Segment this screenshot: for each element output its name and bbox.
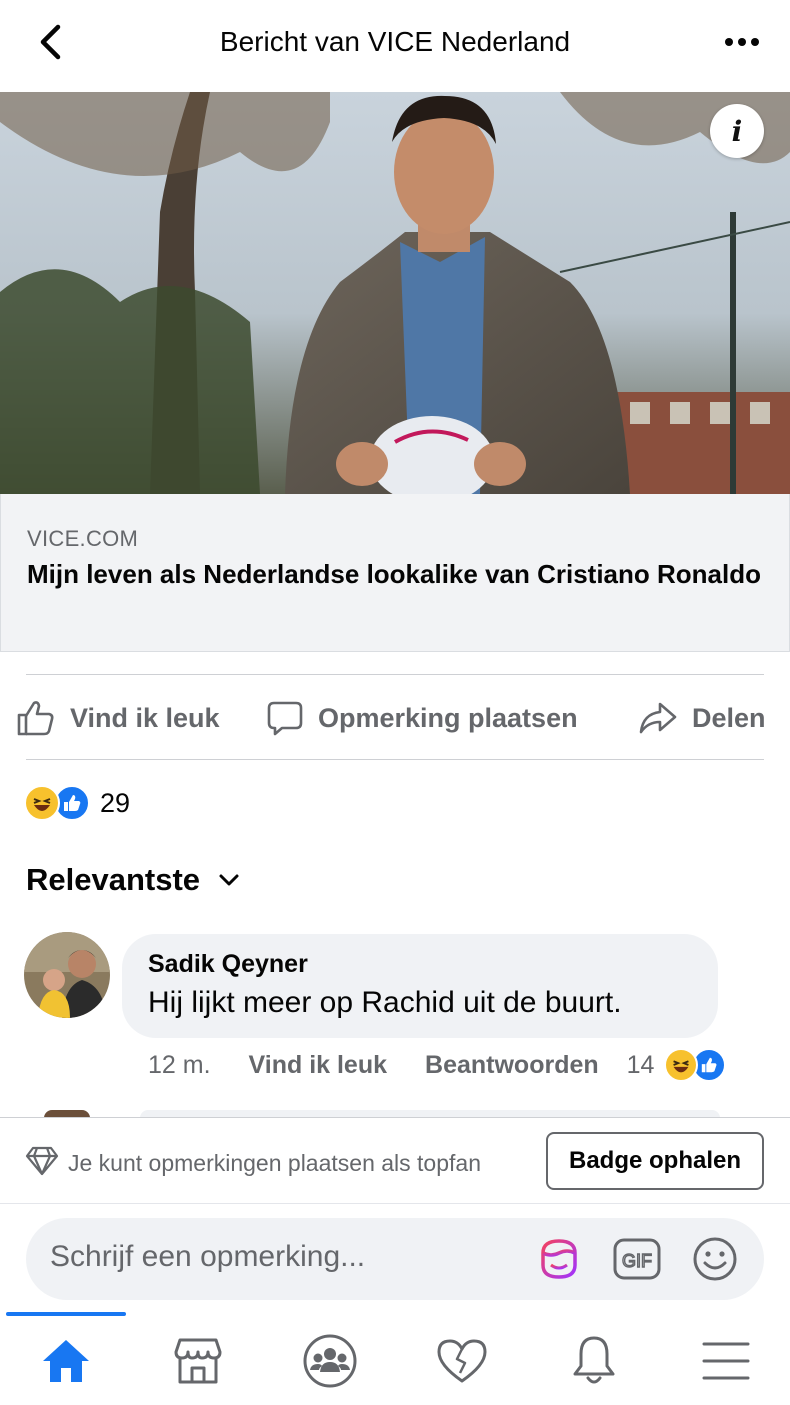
comment-reply-button[interactable]: Beantwoorden: [425, 1051, 599, 1080]
topfan-banner: Je kunt opmerkingen plaatsen als topfan …: [0, 1117, 790, 1203]
comment-icon: [267, 701, 303, 736]
topfan-text: Je kunt opmerkingen plaatsen als topfan: [68, 1150, 481, 1176]
thumbs-up-icon: [17, 701, 54, 736]
info-icon[interactable]: i: [710, 104, 764, 158]
avatar-sticker-icon[interactable]: [534, 1234, 584, 1284]
diamond-icon: [25, 1146, 59, 1176]
comment-reaction-count[interactable]: 14: [627, 1051, 655, 1080]
like-label: Vind ik leuk: [70, 702, 220, 733]
link-preview[interactable]: VICE.COM Mijn leven als Nederlandse look…: [0, 494, 790, 652]
comment-button[interactable]: Opmerking plaatsen: [266, 676, 578, 760]
groups-icon[interactable]: [298, 1329, 362, 1393]
like-button[interactable]: Vind ik leuk: [16, 676, 220, 760]
page-title: Bericht van VICE Nederland: [219, 26, 571, 57]
action-bar: Vind ik leuk Opmerking plaatsen Delen: [0, 676, 790, 760]
chevron-down-icon: [219, 874, 239, 886]
link-title: Mijn leven als Nederlandse lookalike van…: [27, 559, 761, 589]
comment-text: Hij lijkt meer op Rachid uit de buurt.: [148, 986, 622, 1019]
svg-text:GIF: GIF: [622, 1251, 652, 1271]
haha-reaction-icon: [24, 785, 60, 821]
marketplace-icon[interactable]: [166, 1329, 230, 1393]
dating-icon[interactable]: [430, 1329, 494, 1393]
comment-sort-dropdown[interactable]: Relevantste: [26, 862, 240, 898]
comment-bubble[interactable]: Sadik Qeyner Hij lijkt meer op Rachid ui…: [122, 934, 718, 1038]
home-icon[interactable]: [34, 1329, 98, 1393]
notifications-icon[interactable]: [562, 1329, 626, 1393]
divider: [26, 674, 764, 675]
reaction-summary[interactable]: 29: [24, 784, 130, 822]
gif-icon[interactable]: GIF: [612, 1234, 662, 1284]
active-tab-indicator: [6, 1312, 126, 1316]
comment-like-button[interactable]: Vind ik leuk: [249, 1051, 387, 1080]
article-image[interactable]: i: [0, 92, 790, 494]
share-arrow-icon: [639, 702, 677, 734]
photo-illustration: [0, 92, 790, 494]
comment-composer-area: GIF: [0, 1203, 790, 1311]
comment-author[interactable]: Sadik Qeyner: [148, 950, 308, 979]
comment-input[interactable]: [50, 1240, 510, 1274]
bottom-navigation: [0, 1311, 790, 1405]
comment-reactions[interactable]: [664, 1048, 727, 1082]
sort-label: Relevantste: [26, 862, 201, 897]
badge-button[interactable]: Badge ophalen: [546, 1132, 764, 1190]
haha-reaction-icon: [664, 1048, 699, 1082]
share-label: Delen: [692, 702, 766, 733]
comment-time: 12 m.: [148, 1050, 211, 1079]
comment-meta: 12 m. Vind ik leuk Beantwoorden 14: [148, 1046, 727, 1084]
divider: [26, 759, 764, 760]
reaction-count: 29: [100, 787, 131, 818]
more-dots-icon[interactable]: [720, 28, 764, 56]
avatar[interactable]: [24, 932, 110, 1018]
comment-label: Opmerking plaatsen: [318, 702, 578, 733]
menu-icon[interactable]: [694, 1329, 758, 1393]
emoji-icon[interactable]: [690, 1234, 740, 1284]
link-domain: VICE.COM: [27, 526, 139, 551]
share-button[interactable]: Delen: [638, 676, 766, 760]
comment-composer[interactable]: GIF: [26, 1218, 764, 1300]
top-bar: Bericht van VICE Nederland: [0, 0, 790, 92]
